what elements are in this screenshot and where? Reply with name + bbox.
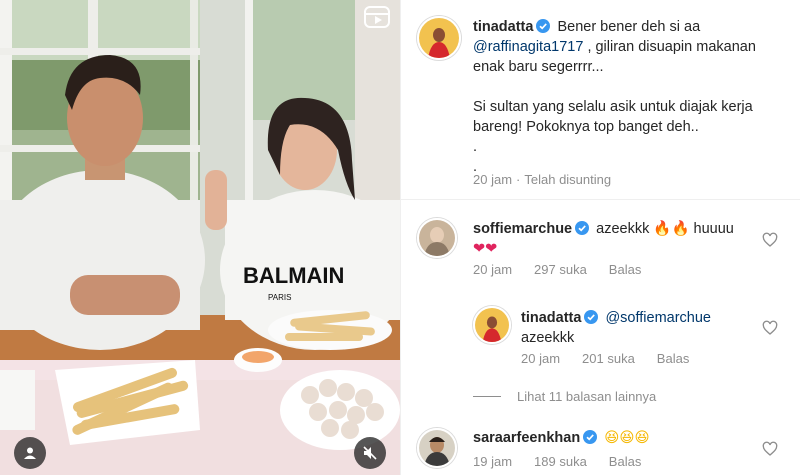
verified-badge-icon bbox=[536, 19, 551, 33]
verified-badge-icon bbox=[583, 430, 598, 444]
avatar-image bbox=[419, 430, 455, 466]
comment-body: azeekkk bbox=[596, 221, 650, 237]
reply-button[interactable]: Balas bbox=[657, 351, 690, 366]
reply-button[interactable]: Balas bbox=[609, 454, 642, 469]
avatar[interactable] bbox=[417, 16, 461, 60]
reply-mention[interactable]: @soffiemarchue bbox=[605, 310, 711, 326]
mute-button[interactable] bbox=[354, 437, 386, 469]
caption-time[interactable]: 20 jam bbox=[473, 172, 512, 187]
caption-edited: Telah disunting bbox=[524, 172, 612, 187]
caption-mention[interactable]: @raffinagita1717 bbox=[473, 39, 583, 55]
caption-meta: 20 jam · Telah disunting bbox=[473, 172, 633, 187]
comment-meta: 19 jam 189 suka Balas bbox=[473, 454, 663, 469]
heart-emoji-icon: ❤❤ bbox=[473, 241, 498, 257]
avatar[interactable] bbox=[417, 218, 457, 258]
reels-icon bbox=[364, 6, 390, 28]
comment-username[interactable]: saraarfeenkhan bbox=[473, 430, 580, 446]
heart-outline-icon[interactable] bbox=[762, 320, 778, 336]
comment-likes[interactable]: 201 suka bbox=[582, 351, 635, 366]
comment-body: azeekkk bbox=[521, 330, 575, 346]
comment-username[interactable]: soffiemarchue bbox=[473, 221, 572, 237]
fire-icon: 🔥 bbox=[653, 221, 672, 237]
caption-text: tinadatta Bener bener deh si aa @raffina… bbox=[473, 17, 783, 177]
reply-text: tinadatta @soffiemarchue azeekkk bbox=[521, 308, 771, 348]
comments-panel: tinadatta Bener bener deh si aa @raffina… bbox=[400, 0, 800, 475]
comment-username[interactable]: tinadatta bbox=[521, 310, 581, 326]
comment-meta: 20 jam 297 suka Balas bbox=[473, 262, 663, 277]
avatar-image bbox=[419, 220, 455, 256]
comment-time[interactable]: 19 jam bbox=[473, 454, 512, 469]
caption-line-1: Bener bener deh si aa bbox=[557, 19, 701, 35]
comment-body-2: huuuu bbox=[693, 221, 734, 237]
verified-badge-icon bbox=[575, 221, 590, 235]
shirt-text: BALMAIN bbox=[243, 263, 344, 288]
verified-badge-icon bbox=[584, 310, 599, 324]
speaker-muted-icon bbox=[363, 446, 377, 460]
caption-username[interactable]: tinadatta bbox=[473, 19, 533, 35]
avatar[interactable] bbox=[417, 428, 457, 468]
replies-divider bbox=[473, 396, 501, 397]
caption-dot-1: . bbox=[473, 139, 478, 155]
comment-text: soffiemarchue azeekkk 🔥🔥 huuuu ❤❤ bbox=[473, 219, 773, 259]
comment-likes[interactable]: 189 suka bbox=[534, 454, 587, 469]
post-caption: tinadatta Bener bener deh si aa @raffina… bbox=[401, 0, 800, 200]
tagged-user-icon bbox=[24, 447, 36, 459]
meta-separator: · bbox=[516, 172, 521, 187]
tagged-users-button[interactable] bbox=[14, 437, 46, 469]
view-more-replies-label: Lihat 11 balasan lainnya bbox=[517, 389, 657, 404]
avatar-image bbox=[419, 18, 459, 58]
fire-icon: 🔥 bbox=[671, 221, 690, 237]
avatar[interactable] bbox=[473, 306, 511, 344]
comment-time[interactable]: 20 jam bbox=[473, 262, 512, 277]
laughing-emoji-icon: 😆😆😆 bbox=[604, 430, 650, 446]
comment-time[interactable]: 20 jam bbox=[521, 351, 560, 366]
video-frame: BALMAIN PARIS bbox=[0, 0, 400, 475]
comment-text: saraarfeenkhan 😆😆😆 bbox=[473, 428, 773, 448]
comment-meta: 20 jam 201 suka Balas bbox=[521, 351, 711, 366]
caption-line-3: Si sultan yang selalu asik untuk diajak … bbox=[473, 99, 753, 135]
avatar-image bbox=[475, 308, 509, 342]
reply-button[interactable]: Balas bbox=[609, 262, 642, 277]
heart-outline-icon[interactable] bbox=[762, 441, 778, 457]
shirt-subtext: PARIS bbox=[268, 293, 291, 302]
heart-outline-icon[interactable] bbox=[762, 232, 778, 248]
view-more-replies-button[interactable]: Lihat 11 balasan lainnya bbox=[473, 389, 656, 404]
post-media[interactable]: BALMAIN PARIS bbox=[0, 0, 400, 475]
comment-likes[interactable]: 297 suka bbox=[534, 262, 587, 277]
